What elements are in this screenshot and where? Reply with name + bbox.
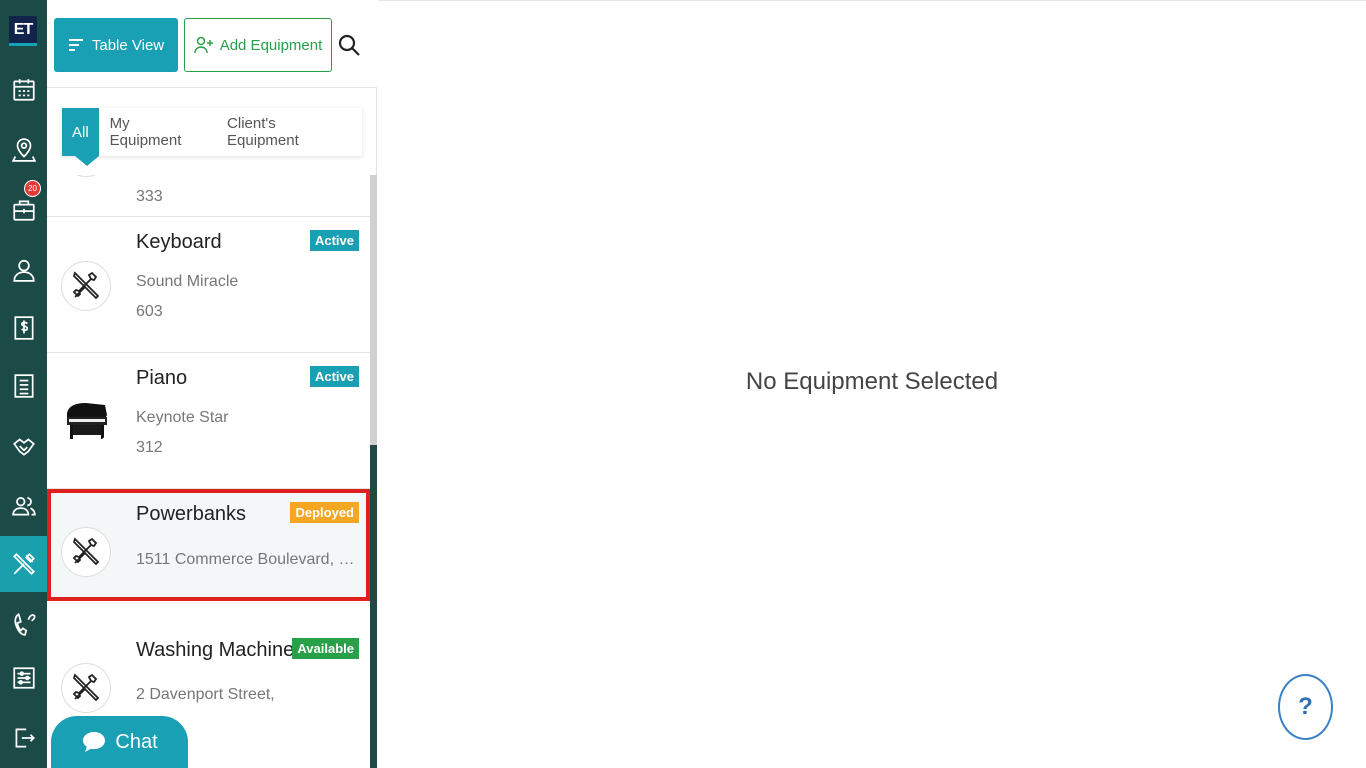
tab-my-equipment[interactable]: My Equipment (99, 108, 216, 156)
search-button[interactable] (337, 32, 361, 58)
list-item-selected[interactable]: Powerbanks Deployed 1511 Commerce Boulev… (47, 489, 370, 601)
equipment-number: 333 (136, 188, 163, 205)
equipment-subtitle: 2 Davenport Street, (136, 686, 275, 703)
equipment-thumbnail (61, 527, 111, 577)
briefcase-icon (12, 200, 35, 221)
scrollbar-thumb[interactable] (370, 175, 377, 445)
tab-all[interactable]: All (62, 108, 99, 166)
handshake-icon (12, 438, 35, 456)
add-equipment-label: Add Equipment (219, 36, 323, 54)
nav-billing[interactable] (0, 300, 47, 356)
nav-jobs[interactable]: 20 (0, 180, 47, 238)
nav-schedule[interactable] (0, 62, 47, 118)
calendar-icon (12, 79, 35, 101)
equipment-number: 312 (136, 439, 163, 456)
list-scrollbar[interactable] (370, 175, 377, 768)
list-icon (13, 374, 34, 398)
list-toolbar: Table View Add Equipment (47, 0, 377, 88)
chat-button[interactable]: Chat (51, 716, 188, 768)
equipment-list-panel: Table View Add Equipment All My Equipmen… (47, 0, 377, 768)
nav-map[interactable] (0, 122, 47, 178)
table-view-button[interactable]: Table View (54, 18, 178, 72)
equipment-thumbnail (61, 395, 111, 445)
chat-label: Chat (115, 730, 158, 753)
notification-badge: 20 (24, 180, 41, 197)
tools-icon (72, 673, 100, 702)
user-icon (12, 259, 35, 282)
equipment-list: 333 Keyboard Active Sound Miracle 603 Pi… (47, 175, 370, 768)
tools-icon (72, 271, 100, 300)
nav-equipment[interactable] (0, 536, 47, 592)
logout-icon (15, 728, 35, 748)
add-user-icon (193, 36, 213, 54)
nav-rail: ET 20 (0, 0, 47, 768)
equipment-subtitle: 1511 Commerce Boulevard, Li... (136, 551, 361, 568)
status-badge: Deployed (290, 502, 359, 523)
phone-icon (13, 612, 35, 636)
list-item[interactable]: 333 (47, 175, 370, 217)
list-item[interactable]: Keyboard Active Sound Miracle 603 (47, 217, 370, 353)
help-button[interactable]: ? (1278, 674, 1333, 740)
status-badge: Available (292, 638, 359, 659)
nav-clients[interactable] (0, 242, 47, 298)
equipment-subtitle: Keynote Star (136, 409, 229, 426)
tools-icon (12, 553, 35, 575)
chat-bubble-icon (83, 732, 106, 752)
nav-team[interactable] (0, 478, 47, 534)
team-icon (11, 497, 36, 516)
sort-lines-icon (68, 39, 83, 51)
list-item[interactable]: Piano Active Keynote Star 312 (47, 353, 370, 489)
invoice-icon (13, 316, 34, 340)
nav-calls[interactable] (0, 596, 47, 652)
equipment-subtitle: Sound Miracle (136, 273, 239, 290)
table-view-label: Table View (91, 36, 165, 54)
nav-settings[interactable] (0, 650, 47, 706)
map-pin-icon (11, 138, 36, 162)
equipment-title: Piano (136, 367, 188, 389)
nav-partners[interactable] (0, 418, 47, 474)
equipment-thumbnail (61, 261, 111, 311)
ownership-filter-tabs: All My Equipment Client's Equipment (62, 108, 362, 166)
app-logo[interactable]: ET (9, 16, 37, 46)
add-equipment-button[interactable]: Add Equipment (184, 18, 332, 72)
equipment-title: Powerbanks (136, 503, 247, 525)
empty-state-message: No Equipment Selected (745, 368, 999, 395)
equipment-title: Keyboard (136, 231, 222, 253)
status-badge: Active (309, 366, 359, 387)
header-divider (378, 0, 1366, 1)
status-badge: Active (309, 230, 359, 251)
settings-sliders-icon (12, 667, 35, 689)
piano-image (67, 403, 107, 439)
nav-lists[interactable] (0, 358, 47, 414)
tab-clients-equipment[interactable]: Client's Equipment (216, 108, 362, 156)
equipment-title: Washing Machine (136, 639, 295, 661)
search-icon (338, 34, 360, 56)
nav-logout[interactable] (0, 710, 47, 766)
equipment-thumbnail (61, 175, 111, 177)
tools-icon (72, 537, 100, 566)
scrollbar-lower (370, 445, 377, 768)
equipment-thumbnail (61, 663, 111, 713)
equipment-number: 603 (136, 303, 163, 320)
